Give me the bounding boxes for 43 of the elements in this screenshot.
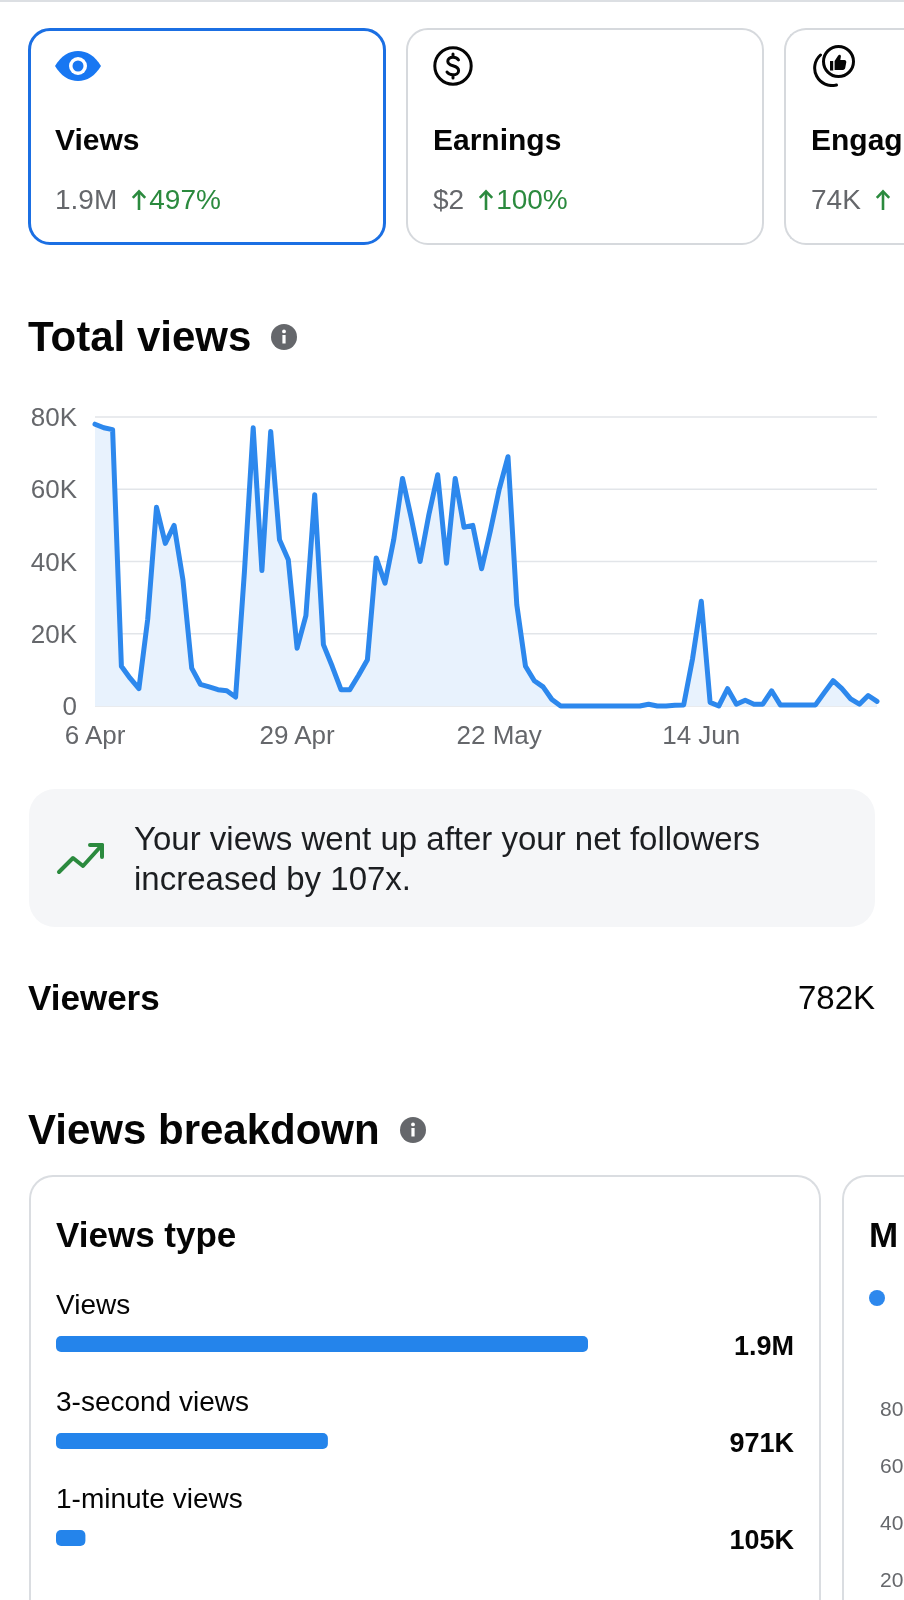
- bar-value: 1.9M: [733, 1331, 794, 1361]
- card-title: Engag: [811, 122, 903, 158]
- x-axis-label: 22 May: [456, 720, 542, 750]
- percent-change: 497%: [149, 183, 221, 217]
- percent-change: 100%: [496, 183, 568, 217]
- card-title: Views: [55, 122, 140, 158]
- x-axis-label: 14 Jun: [662, 720, 741, 750]
- metric-value: 1.9M: [55, 183, 118, 217]
- y-axis-label: 80: [880, 1396, 904, 1422]
- dollar-icon: [433, 46, 473, 86]
- x-axis-label: 6 Apr: [64, 720, 126, 750]
- bar-label: 1-minute views: [56, 1482, 243, 1514]
- thumbs-up-icon: [811, 45, 855, 87]
- bar-value: 105K: [729, 1525, 794, 1555]
- bar: [56, 1530, 86, 1546]
- insight-text: Your views went up after your net followers increased by 107x.: [134, 819, 762, 899]
- x-axis-label: 29 Apr: [259, 720, 335, 750]
- metric-value: 74K: [811, 183, 861, 217]
- bar-label: Views: [56, 1288, 131, 1320]
- y-axis-label: 40: [880, 1510, 904, 1536]
- y-axis-label: 20K: [30, 618, 77, 649]
- y-axis-label: 0: [62, 691, 77, 721]
- y-axis-label: 60: [880, 1453, 904, 1479]
- eye-icon: [55, 51, 101, 81]
- section-title: Views breakdown: [28, 1105, 380, 1155]
- metric-card[interactable]: Engag 74K: [784, 28, 904, 245]
- section-title: Total views: [28, 312, 252, 362]
- metric-card[interactable]: Views 1.9M 497%: [28, 28, 386, 245]
- y-axis-label: 20: [880, 1567, 904, 1593]
- card-title: Earnings: [433, 122, 562, 158]
- card-title: M: [869, 1214, 899, 1256]
- metric-card[interactable]: Earnings $2 100%: [406, 28, 764, 245]
- info-icon[interactable]: [271, 324, 298, 350]
- bar-label: 3-second views: [56, 1385, 249, 1417]
- viewers-label: Viewers: [28, 977, 160, 1019]
- y-axis-label: 80K: [30, 402, 77, 432]
- card-title: Views type: [56, 1214, 237, 1256]
- y-axis-label: 40K: [30, 546, 77, 577]
- y-axis-label: 60K: [30, 474, 77, 505]
- metric-value: $2: [433, 183, 465, 217]
- viewers-value: 782K: [797, 978, 875, 1018]
- bar-value: 971K: [729, 1428, 794, 1458]
- info-icon[interactable]: [399, 1117, 426, 1143]
